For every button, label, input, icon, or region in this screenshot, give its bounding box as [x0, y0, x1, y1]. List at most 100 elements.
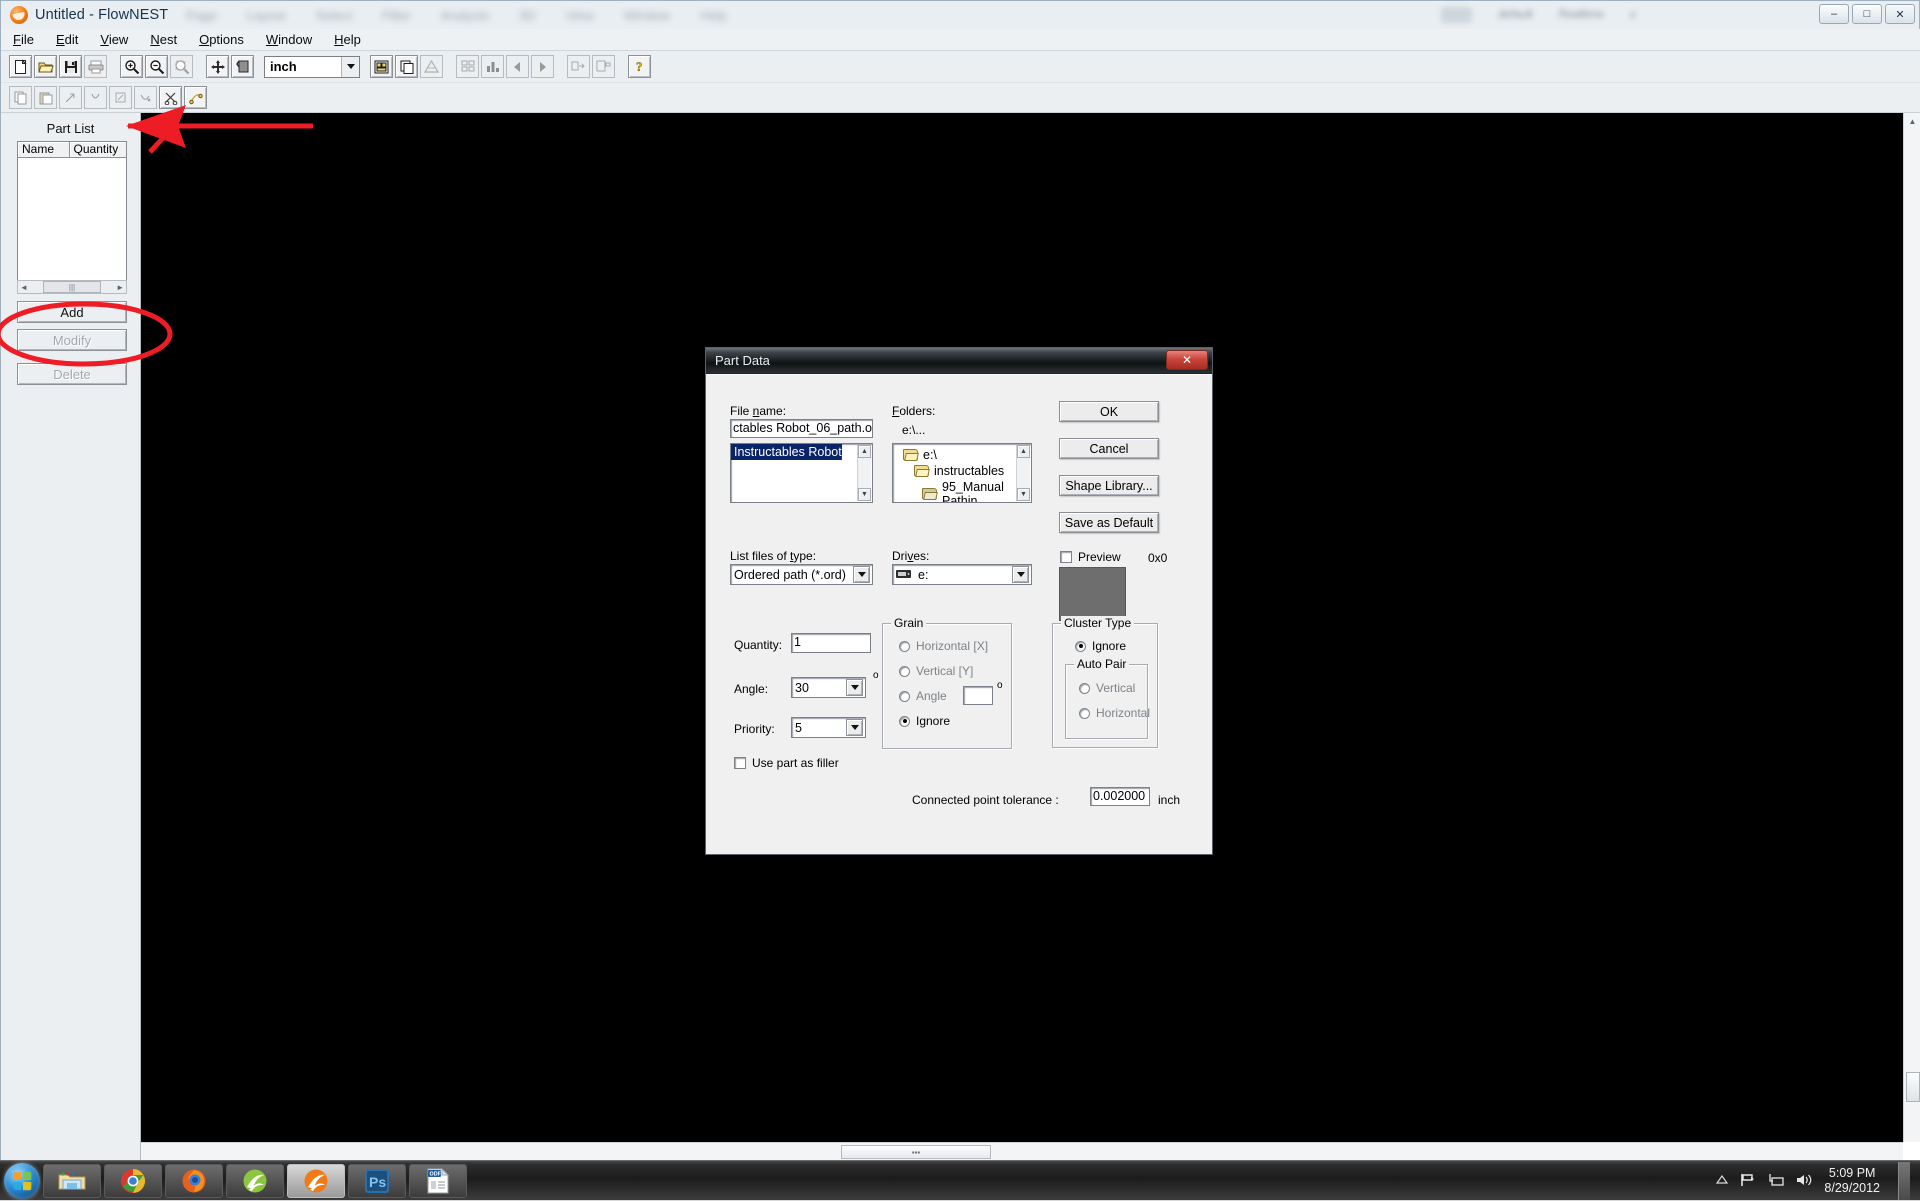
- auto-pair-vertical-radio[interactable]: Vertical: [1079, 681, 1135, 695]
- column-header-name[interactable]: Name: [18, 142, 70, 158]
- radio-dot[interactable]: [899, 666, 910, 677]
- folder-tree[interactable]: e:\ instructables 95_Manual Pathin ▲ ▼: [892, 443, 1032, 503]
- new-document-icon[interactable]: [9, 55, 32, 78]
- prev-icon[interactable]: [506, 55, 529, 78]
- drives-combo[interactable]: e:: [892, 564, 1032, 585]
- units-combo[interactable]: inch: [264, 56, 360, 78]
- flownest-green-icon[interactable]: [226, 1164, 284, 1198]
- menu-nest[interactable]: Nest: [150, 32, 177, 47]
- close-button[interactable]: ✕: [1885, 4, 1915, 24]
- nest-icon[interactable]: [370, 55, 393, 78]
- radio-dot[interactable]: [1079, 708, 1090, 719]
- tolerance-input[interactable]: 0.002000: [1090, 787, 1150, 806]
- radio-dot[interactable]: [899, 641, 910, 652]
- horizontal-scrollbar-thumb[interactable]: ▪▪▪: [841, 1145, 991, 1159]
- loop-icon[interactable]: [134, 86, 157, 109]
- lead-in-icon[interactable]: [59, 86, 82, 109]
- post-icon[interactable]: [592, 55, 615, 78]
- preview-checkbox[interactable]: Preview: [1060, 550, 1121, 564]
- save-as-default-button[interactable]: Save as Default: [1059, 512, 1159, 533]
- canvas-vertical-scrollbar[interactable]: ▲: [1903, 113, 1920, 1142]
- show-desktop-button[interactable]: [1898, 1162, 1910, 1200]
- cluster-ignore-radio[interactable]: Ignore: [1075, 639, 1126, 653]
- path-icon[interactable]: [184, 86, 207, 109]
- cancel-button[interactable]: Cancel: [1059, 438, 1159, 459]
- flownest-orange-icon[interactable]: [287, 1164, 345, 1198]
- zoom-window-icon[interactable]: [170, 55, 193, 78]
- dialog-close-button[interactable]: ✕: [1166, 350, 1208, 370]
- checkbox-box[interactable]: [734, 757, 746, 769]
- start-orb-icon[interactable]: [4, 1163, 40, 1199]
- modify-part-button[interactable]: Modify: [17, 329, 127, 351]
- folder-tree-scrollbar[interactable]: ▲ ▼: [1016, 445, 1030, 501]
- part-list-horizontal-scrollbar[interactable]: ◄ ||| ►: [17, 280, 127, 294]
- chevron-down-icon[interactable]: [846, 679, 863, 696]
- shape-library-button[interactable]: Shape Library...: [1059, 475, 1159, 496]
- next-icon[interactable]: [531, 55, 554, 78]
- firefox-icon[interactable]: [165, 1164, 223, 1198]
- taskbar-clock[interactable]: 5:09 PM 8/29/2012: [1824, 1166, 1880, 1196]
- menu-help[interactable]: Help: [334, 32, 361, 47]
- grid-icon[interactable]: [456, 55, 479, 78]
- chevron-down-icon[interactable]: [1012, 566, 1029, 583]
- file-name-input[interactable]: ctables Robot_06_path.ord: [730, 419, 873, 438]
- ok-button[interactable]: OK: [1059, 401, 1159, 422]
- scroll-down-arrow-icon[interactable]: ▼: [1017, 488, 1030, 501]
- use-part-as-filler-checkbox[interactable]: Use part as filler: [734, 756, 839, 770]
- scroll-up-arrow-icon[interactable]: ▲: [858, 445, 871, 458]
- add-part-button[interactable]: Add: [17, 301, 127, 323]
- explorer-icon[interactable]: [43, 1164, 101, 1198]
- checkbox-box[interactable]: [1060, 551, 1072, 563]
- radio-dot[interactable]: [1079, 683, 1090, 694]
- chevron-down-icon[interactable]: [341, 57, 359, 77]
- rotate-icon[interactable]: [231, 55, 254, 78]
- menu-view[interactable]: View: [100, 32, 128, 47]
- report-icon[interactable]: [420, 55, 443, 78]
- minimize-button[interactable]: –: [1819, 4, 1849, 24]
- odf-document-icon[interactable]: ODF: [409, 1164, 467, 1198]
- zoom-out-icon[interactable]: [145, 55, 168, 78]
- auto-pair-horizontal-radio[interactable]: Horizontal: [1079, 706, 1150, 720]
- volume-icon[interactable]: [1796, 1173, 1812, 1190]
- scroll-left-arrow-icon[interactable]: ◄: [18, 283, 30, 292]
- paste-icon[interactable]: [34, 86, 57, 109]
- chrome-icon[interactable]: [104, 1164, 162, 1198]
- grain-horizontal-radio[interactable]: Horizontal [X]: [899, 639, 988, 653]
- pan-move-icon[interactable]: [206, 55, 229, 78]
- radio-dot[interactable]: [1075, 641, 1086, 652]
- output-icon[interactable]: [567, 55, 590, 78]
- chevron-down-icon[interactable]: [846, 719, 863, 736]
- chevron-down-icon[interactable]: [853, 566, 870, 583]
- column-header-quantity[interactable]: Quantity: [70, 142, 126, 158]
- scissors-icon[interactable]: [159, 86, 182, 109]
- angle-combo[interactable]: 30: [791, 677, 866, 698]
- menu-edit[interactable]: Edit: [56, 32, 78, 47]
- delete-part-button[interactable]: Delete: [17, 363, 127, 385]
- grain-angle-input[interactable]: [963, 686, 993, 705]
- maximize-button[interactable]: □: [1852, 4, 1882, 24]
- folder-tree-row[interactable]: instructables: [903, 463, 1031, 479]
- canvas-horizontal-scrollbar[interactable]: ▪▪▪: [141, 1142, 1903, 1161]
- menu-window[interactable]: Window: [266, 32, 312, 47]
- flag-action-center-icon[interactable]: [1740, 1173, 1756, 1190]
- save-disk-icon[interactable]: [59, 55, 82, 78]
- open-folder-icon[interactable]: [34, 55, 57, 78]
- file-list-scrollbar[interactable]: ▲ ▼: [857, 445, 871, 501]
- vertical-scrollbar-thumb[interactable]: [1906, 1072, 1920, 1102]
- copy-part-icon[interactable]: [395, 55, 418, 78]
- folder-tree-row[interactable]: e:\: [903, 447, 1031, 463]
- scroll-up-arrow-icon[interactable]: ▲: [1904, 113, 1920, 130]
- copy-icon[interactable]: [9, 86, 32, 109]
- scrollbar-thumb[interactable]: |||: [43, 281, 101, 293]
- file-listbox[interactable]: Instructables Robot_06... ▲ ▼: [730, 443, 873, 503]
- scroll-right-arrow-icon[interactable]: ►: [114, 283, 126, 292]
- list-files-type-combo[interactable]: Ordered path (*.ord): [730, 564, 873, 585]
- zoom-in-icon[interactable]: [120, 55, 143, 78]
- scroll-down-arrow-icon[interactable]: ▼: [858, 488, 871, 501]
- radio-dot[interactable]: [899, 691, 910, 702]
- photoshop-icon[interactable]: Ps: [348, 1164, 406, 1198]
- grain-vertical-radio[interactable]: Vertical [Y]: [899, 664, 973, 678]
- part-list-table[interactable]: Name Quantity: [17, 141, 127, 283]
- help-icon[interactable]: ?: [628, 55, 651, 78]
- network-icon[interactable]: [1768, 1173, 1784, 1190]
